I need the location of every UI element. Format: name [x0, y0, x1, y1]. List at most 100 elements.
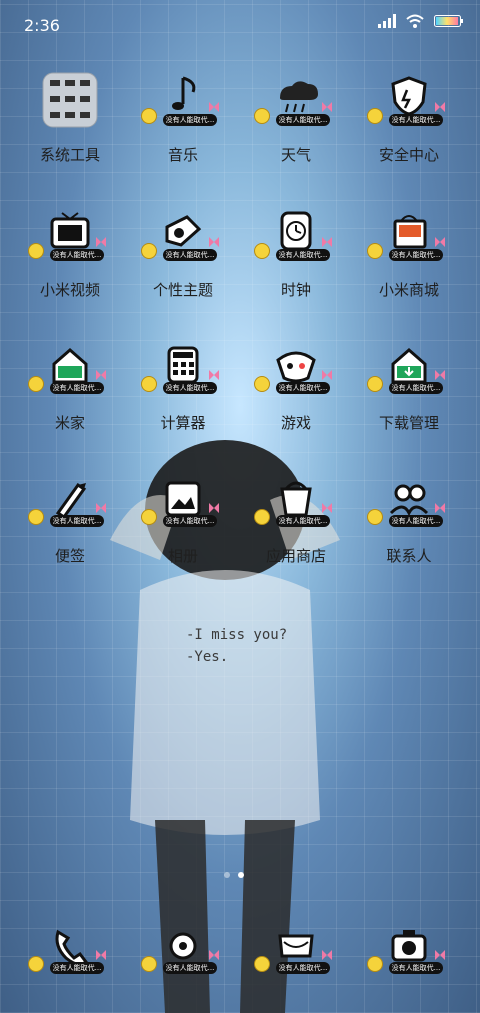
pink-bow-icon — [322, 237, 332, 247]
pink-bow-icon — [435, 237, 445, 247]
pink-bow-icon — [435, 102, 445, 112]
status-bar: 2:36 — [0, 0, 480, 52]
app-label: 系统工具 — [39, 146, 100, 164]
wallpaper-text: -I miss you? -Yes. — [186, 624, 287, 668]
app-mi-video[interactable]: 没有人能取代... 小米视频 — [14, 205, 126, 325]
dock-camera[interactable]: 没有人能取代... — [353, 918, 465, 988]
app-gallery[interactable]: 没有人能取代... 相册 — [127, 471, 239, 591]
smiley-icon — [367, 108, 383, 124]
name-tag: 没有人能取代... — [276, 515, 330, 527]
name-tag: 没有人能取代... — [50, 382, 104, 394]
app-label: 下载管理 — [378, 414, 439, 432]
smiley-icon — [28, 243, 44, 259]
name-tag: 没有人能取代... — [276, 249, 330, 261]
app-label: 便签 — [54, 547, 85, 565]
pink-bow-icon — [435, 370, 445, 380]
status-time: 2:36 — [24, 16, 60, 35]
name-tag: 没有人能取代... — [389, 515, 443, 527]
name-tag: 没有人能取代... — [163, 249, 217, 261]
pink-bow-icon — [435, 503, 445, 513]
pink-bow-icon — [209, 102, 219, 112]
smiley-icon — [367, 243, 383, 259]
app-label: 天气 — [280, 146, 311, 164]
smiley-icon — [254, 243, 270, 259]
signal-icon — [378, 14, 396, 28]
wallpaper-text-line2: -Yes. — [186, 649, 229, 665]
dock: 没有人能取代... 没有人能取代... 没有人能取代... 没有人能取代... — [0, 918, 480, 988]
name-tag: 没有人能取代... — [389, 382, 443, 394]
page-indicator — [224, 872, 244, 878]
app-themes[interactable]: 没有人能取代... 个性主题 — [127, 205, 239, 325]
system-tools-folder-icon — [42, 72, 98, 128]
smiley-icon — [28, 956, 44, 972]
smiley-icon — [141, 108, 157, 124]
name-tag: 没有人能取代... — [50, 515, 104, 527]
app-contacts[interactable]: 没有人能取代... 联系人 — [353, 471, 465, 591]
app-mi-home[interactable]: 没有人能取代... 米家 — [14, 338, 126, 458]
app-notes[interactable]: 没有人能取代... 便签 — [14, 471, 126, 591]
app-security-center[interactable]: 没有人能取代... 安全中心 — [353, 70, 465, 190]
pink-bow-icon — [96, 237, 106, 247]
name-tag: 没有人能取代... — [389, 249, 443, 261]
smiley-icon — [141, 376, 157, 392]
smiley-icon — [367, 376, 383, 392]
app-label: 游戏 — [280, 414, 311, 432]
smiley-icon — [141, 243, 157, 259]
battery-icon — [434, 15, 463, 27]
app-calculator[interactable]: 没有人能取代... 计算器 — [127, 338, 239, 458]
smiley-icon — [367, 956, 383, 972]
app-label: 应用商店 — [265, 547, 326, 565]
app-system-tools[interactable]: 系统工具 — [14, 70, 126, 190]
app-label: 小米视频 — [39, 281, 100, 299]
pink-bow-icon — [209, 950, 219, 960]
pink-bow-icon — [96, 950, 106, 960]
smiley-icon — [141, 956, 157, 972]
pink-bow-icon — [209, 370, 219, 380]
smiley-icon — [367, 509, 383, 525]
name-tag: 没有人能取代... — [276, 114, 330, 126]
app-mi-store[interactable]: 没有人能取代... 小米商城 — [353, 205, 465, 325]
app-label: 小米商城 — [378, 281, 439, 299]
pink-bow-icon — [209, 237, 219, 247]
app-app-store[interactable]: 没有人能取代... 应用商店 — [240, 471, 352, 591]
app-label: 安全中心 — [378, 146, 439, 164]
dock-browser[interactable]: 没有人能取代... — [240, 918, 352, 988]
app-games[interactable]: 没有人能取代... 游戏 — [240, 338, 352, 458]
app-weather[interactable]: 没有人能取代... 天气 — [240, 70, 352, 190]
status-icons — [378, 14, 464, 28]
app-label: 米家 — [54, 414, 85, 432]
name-tag: 没有人能取代... — [50, 249, 104, 261]
dock-phone[interactable]: 没有人能取代... — [14, 918, 126, 988]
smiley-icon — [254, 956, 270, 972]
dock-messages[interactable]: 没有人能取代... — [127, 918, 239, 988]
pink-bow-icon — [96, 370, 106, 380]
app-label: 相册 — [167, 547, 198, 565]
pink-bow-icon — [322, 102, 332, 112]
app-label: 个性主题 — [152, 281, 213, 299]
name-tag: 没有人能取代... — [389, 962, 443, 974]
pink-bow-icon — [209, 503, 219, 513]
app-clock[interactable]: 没有人能取代... 时钟 — [240, 205, 352, 325]
pink-bow-icon — [322, 503, 332, 513]
wifi-icon — [406, 14, 424, 28]
wallpaper-text-line1: -I miss you? — [186, 627, 288, 643]
smiley-icon — [254, 376, 270, 392]
name-tag: 没有人能取代... — [276, 382, 330, 394]
page-dot-2-active[interactable] — [238, 872, 244, 878]
app-label: 音乐 — [167, 146, 198, 164]
smiley-icon — [254, 509, 270, 525]
name-tag: 没有人能取代... — [163, 382, 217, 394]
pink-bow-icon — [322, 950, 332, 960]
page-dot-1[interactable] — [224, 872, 230, 878]
smiley-icon — [28, 509, 44, 525]
smiley-icon — [28, 376, 44, 392]
app-label: 联系人 — [386, 547, 432, 565]
pink-bow-icon — [322, 370, 332, 380]
app-downloads[interactable]: 没有人能取代... 下载管理 — [353, 338, 465, 458]
app-music[interactable]: 没有人能取代... 音乐 — [127, 70, 239, 190]
smiley-icon — [254, 108, 270, 124]
name-tag: 没有人能取代... — [163, 114, 217, 126]
name-tag: 没有人能取代... — [163, 962, 217, 974]
pink-bow-icon — [96, 503, 106, 513]
name-tag: 没有人能取代... — [276, 962, 330, 974]
